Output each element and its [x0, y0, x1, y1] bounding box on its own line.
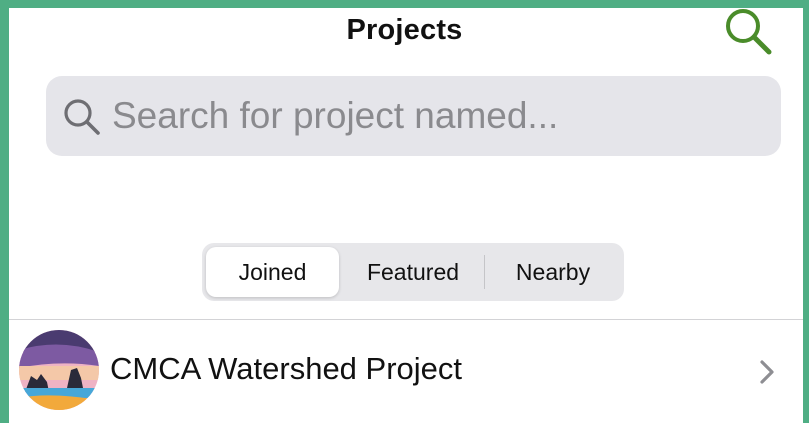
window-border-left	[0, 0, 9, 423]
window-border-right	[803, 0, 809, 423]
segmented-control: Joined Featured Nearby	[202, 243, 624, 301]
page-title: Projects	[346, 14, 463, 46]
project-avatar	[19, 330, 99, 410]
list-item[interactable]: CMCA Watershed Project	[9, 320, 803, 423]
window-border-top	[0, 0, 809, 8]
tab-nearby[interactable]: Nearby	[486, 247, 620, 297]
tab-joined[interactable]: Joined	[206, 247, 339, 297]
segment-divider	[484, 255, 485, 289]
project-avatar-image	[19, 330, 99, 410]
tab-featured[interactable]: Featured	[343, 247, 483, 297]
project-name: CMCA Watershed Project	[110, 351, 463, 386]
magnifier-icon	[64, 99, 100, 135]
search-bar[interactable]	[46, 76, 781, 156]
search-icon	[726, 9, 772, 55]
header-search-button[interactable]	[722, 2, 778, 56]
search-input[interactable]	[112, 76, 752, 156]
chevron-right-icon	[760, 360, 774, 384]
